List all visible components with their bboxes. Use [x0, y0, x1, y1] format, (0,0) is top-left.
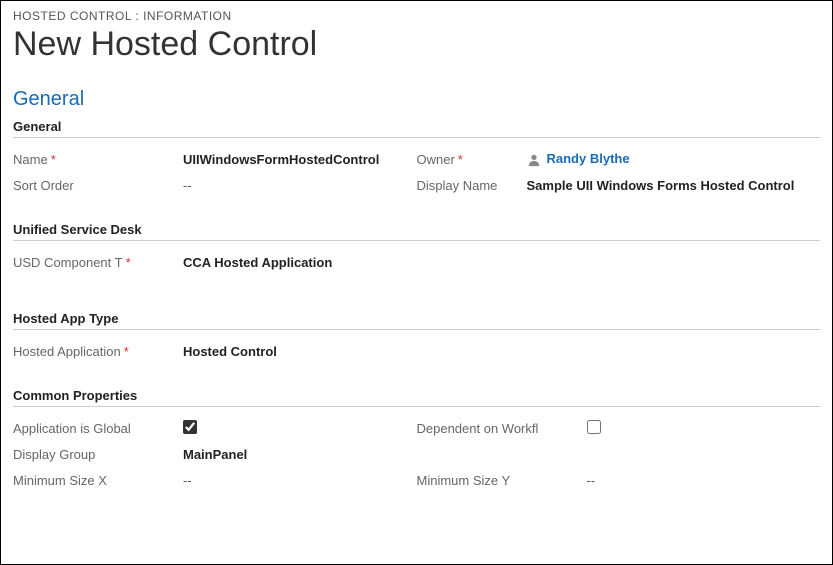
checkbox-app-is-global[interactable]: [183, 420, 197, 434]
label-owner: Owner*: [417, 152, 527, 167]
label-hosted-application: Hosted Application*: [13, 344, 183, 359]
required-indicator: *: [51, 152, 56, 167]
field-sort-order[interactable]: --: [183, 178, 417, 193]
label-name: Name*: [13, 152, 183, 167]
field-display-group[interactable]: MainPanel: [183, 447, 820, 462]
label-dependent-on-workflow: Dependent on Workfl: [417, 421, 587, 436]
field-min-size-x[interactable]: --: [183, 473, 417, 488]
field-owner[interactable]: Randy Blythe: [527, 151, 821, 167]
field-usd-component-type[interactable]: CCA Hosted Application: [183, 255, 820, 270]
person-icon: [527, 153, 541, 167]
subsection-common-properties: Common Properties: [13, 388, 820, 407]
label-sort-order: Sort Order: [13, 178, 183, 193]
field-display-name[interactable]: Sample UII Windows Forms Hosted Control: [527, 178, 821, 193]
field-name[interactable]: UIIWindowsFormHostedControl: [183, 152, 417, 167]
section-tab-general[interactable]: General: [13, 88, 820, 111]
label-app-is-global: Application is Global: [13, 421, 183, 436]
subsection-general: General: [13, 119, 820, 138]
required-indicator: *: [458, 152, 463, 167]
label-display-name: Display Name: [417, 178, 527, 193]
required-indicator: *: [124, 344, 129, 359]
label-min-size-y: Minimum Size Y: [417, 473, 587, 488]
label-usd-component-type: USD Component T*: [13, 255, 183, 270]
label-min-size-x: Minimum Size X: [13, 473, 183, 488]
field-hosted-application[interactable]: Hosted Control: [183, 344, 820, 359]
subsection-usd: Unified Service Desk: [13, 222, 820, 241]
field-min-size-y[interactable]: --: [587, 473, 821, 488]
page-title: New Hosted Control: [13, 25, 820, 64]
label-display-group: Display Group: [13, 447, 183, 462]
breadcrumb: HOSTED CONTROL : INFORMATION: [13, 9, 820, 23]
subsection-hosted-app-type: Hosted App Type: [13, 311, 820, 330]
required-indicator: *: [126, 255, 131, 270]
checkbox-dependent-on-workflow[interactable]: [587, 420, 601, 434]
